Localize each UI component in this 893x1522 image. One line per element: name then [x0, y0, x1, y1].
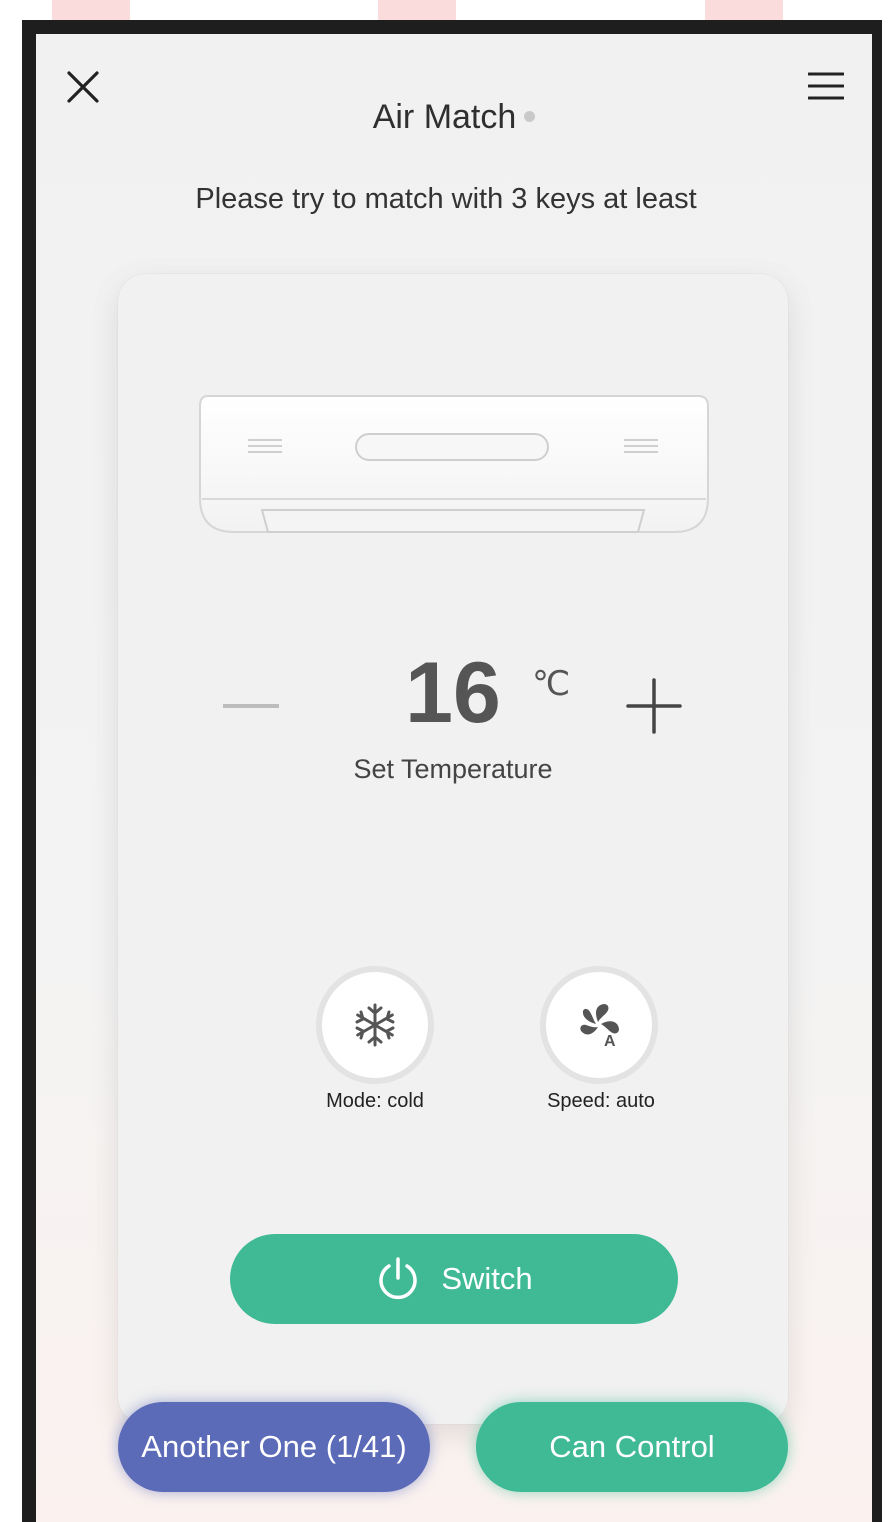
page-title-text: Air Match — [372, 98, 517, 136]
fan-auto-icon: A — [580, 1004, 619, 1050]
svg-text:A: A — [604, 1033, 616, 1050]
top-decoration — [705, 0, 783, 20]
another-one-label: Another One (1/41) — [141, 1429, 407, 1464]
air-match-screen: Air Match Please try to match with 3 key… — [36, 34, 872, 1522]
temperature-increase-button[interactable] — [626, 678, 682, 739]
can-control-label: Can Control — [549, 1429, 715, 1464]
top-decoration — [378, 0, 456, 20]
mode-button[interactable] — [316, 966, 434, 1084]
speed-label: Speed: auto — [547, 1090, 655, 1112]
top-decoration — [52, 0, 130, 20]
plus-icon — [626, 678, 682, 734]
mode-label: Mode: cold — [326, 1090, 424, 1112]
page-title: Air Match — [36, 98, 872, 137]
air-conditioner-illustration — [198, 394, 710, 541]
temperature-label: Set Temperature — [353, 754, 553, 784]
temperature-unit: ℃ — [532, 665, 571, 703]
another-one-button[interactable]: Another One (1/41) — [118, 1402, 430, 1492]
switch-label: Switch — [441, 1261, 533, 1296]
switch-button[interactable]: Switch — [230, 1234, 678, 1324]
can-control-button[interactable]: Can Control — [476, 1402, 788, 1492]
hamburger-menu-icon[interactable] — [807, 72, 845, 105]
speed-button[interactable]: A — [540, 966, 658, 1084]
temperature-decrease-button[interactable] — [223, 704, 279, 708]
status-dot — [524, 111, 536, 122]
remote-card: 16 ℃ Set Temperature Mode: cold A Speed:… — [118, 274, 788, 1424]
temperature-value: 16 — [405, 645, 501, 741]
snowflake-icon — [355, 1003, 395, 1047]
instruction-text: Please try to match with 3 keys at least — [195, 183, 697, 215]
power-icon — [379, 1257, 418, 1300]
